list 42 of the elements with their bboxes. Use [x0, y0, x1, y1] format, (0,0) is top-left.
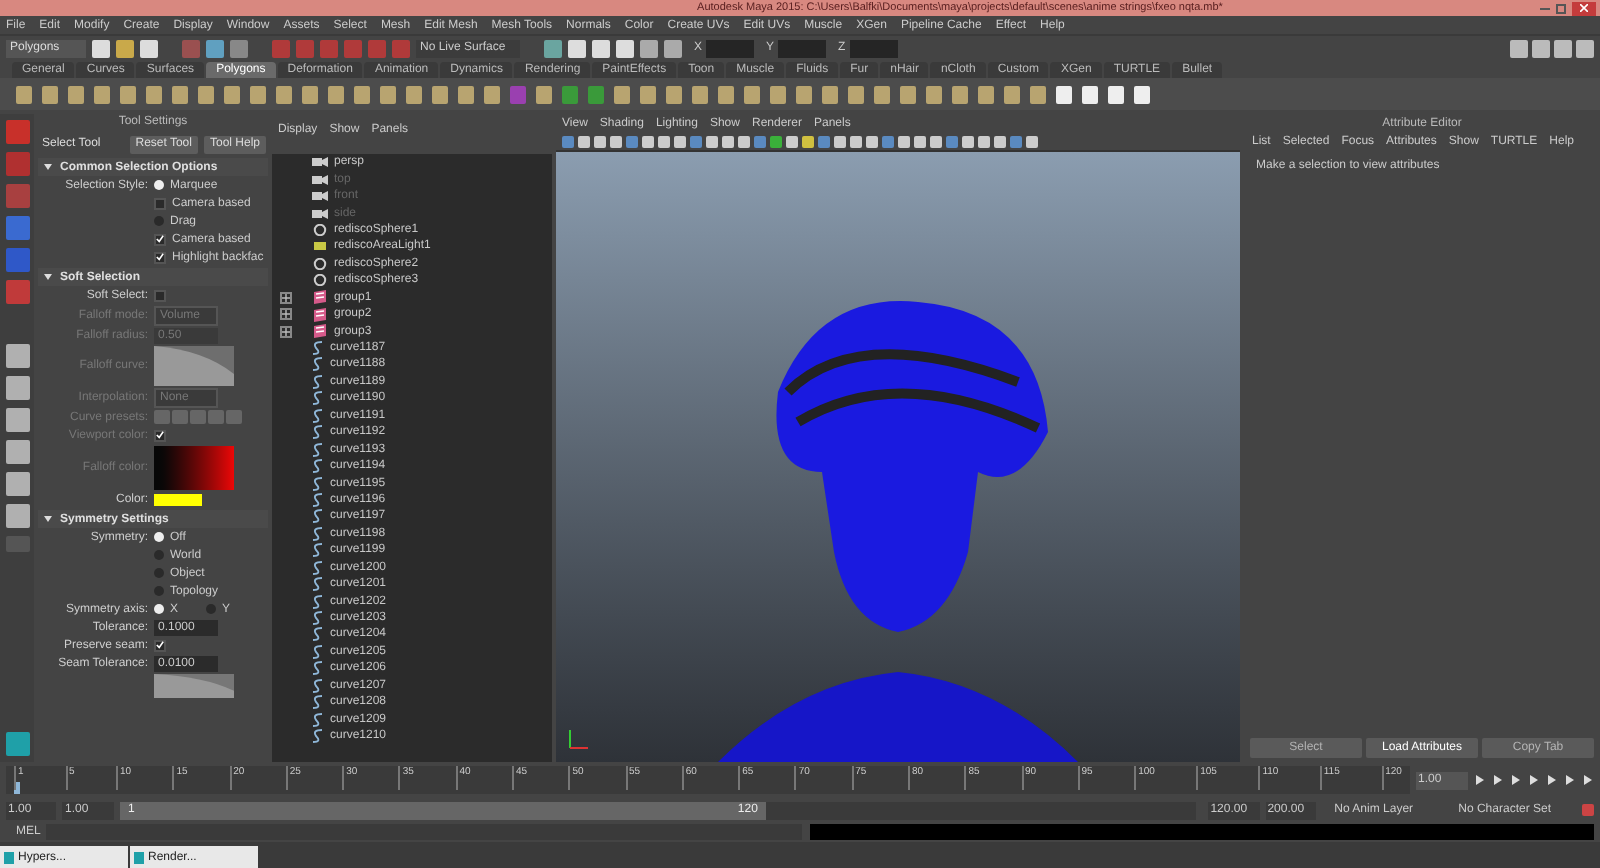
layout-icon[interactable]: [5, 440, 29, 464]
radio-button[interactable]: [154, 216, 164, 226]
falloff-curve-graph[interactable]: [154, 345, 234, 385]
close-icon: [1580, 4, 1588, 12]
falloff-color-ramp[interactable]: [154, 445, 234, 489]
close-button[interactable]: [1572, 1, 1596, 15]
key-icon[interactable]: [1581, 804, 1594, 816]
input-field[interactable]: [706, 39, 755, 57]
input-field[interactable]: [849, 39, 898, 57]
radio-button[interactable]: [206, 604, 217, 614]
expand-toggle[interactable]: [280, 325, 292, 338]
expand-toggle[interactable]: [280, 291, 292, 304]
falloff-curve-graph[interactable]: [154, 673, 234, 697]
layout-icon[interactable]: [5, 472, 29, 496]
checkbox[interactable]: [154, 251, 166, 263]
expand-toggle[interactable]: [280, 308, 292, 321]
layout-icon[interactable]: [5, 504, 29, 528]
axis-gizmo-icon: [568, 726, 592, 750]
camera-icon: [312, 207, 328, 220]
radio-button[interactable]: [154, 586, 164, 596]
radio-button[interactable]: [154, 604, 164, 614]
minimize-icon[interactable]: [1540, 7, 1550, 9]
checkbox[interactable]: [154, 233, 166, 245]
camera-icon: [312, 156, 328, 169]
camera-icon: [312, 173, 328, 186]
color-swatch[interactable]: [154, 493, 202, 505]
play-forward-icon[interactable]: [1546, 774, 1558, 786]
layout-icon[interactable]: [5, 408, 29, 432]
checkbox[interactable]: [154, 197, 166, 209]
layout-icon[interactable]: [5, 376, 29, 400]
radio-button[interactable]: [154, 550, 164, 560]
current-frame-marker[interactable]: [14, 782, 20, 794]
light-icon: [312, 240, 328, 253]
layout-icon[interactable]: [5, 344, 29, 368]
checkbox[interactable]: [154, 639, 166, 651]
radio-button[interactable]: [154, 180, 164, 190]
radio-button[interactable]: [154, 532, 164, 542]
radio-button[interactable]: [154, 568, 164, 578]
camera-icon: [312, 190, 328, 203]
input-field[interactable]: [778, 39, 827, 57]
maximize-icon[interactable]: [1556, 3, 1566, 13]
checkbox[interactable]: [154, 289, 166, 301]
